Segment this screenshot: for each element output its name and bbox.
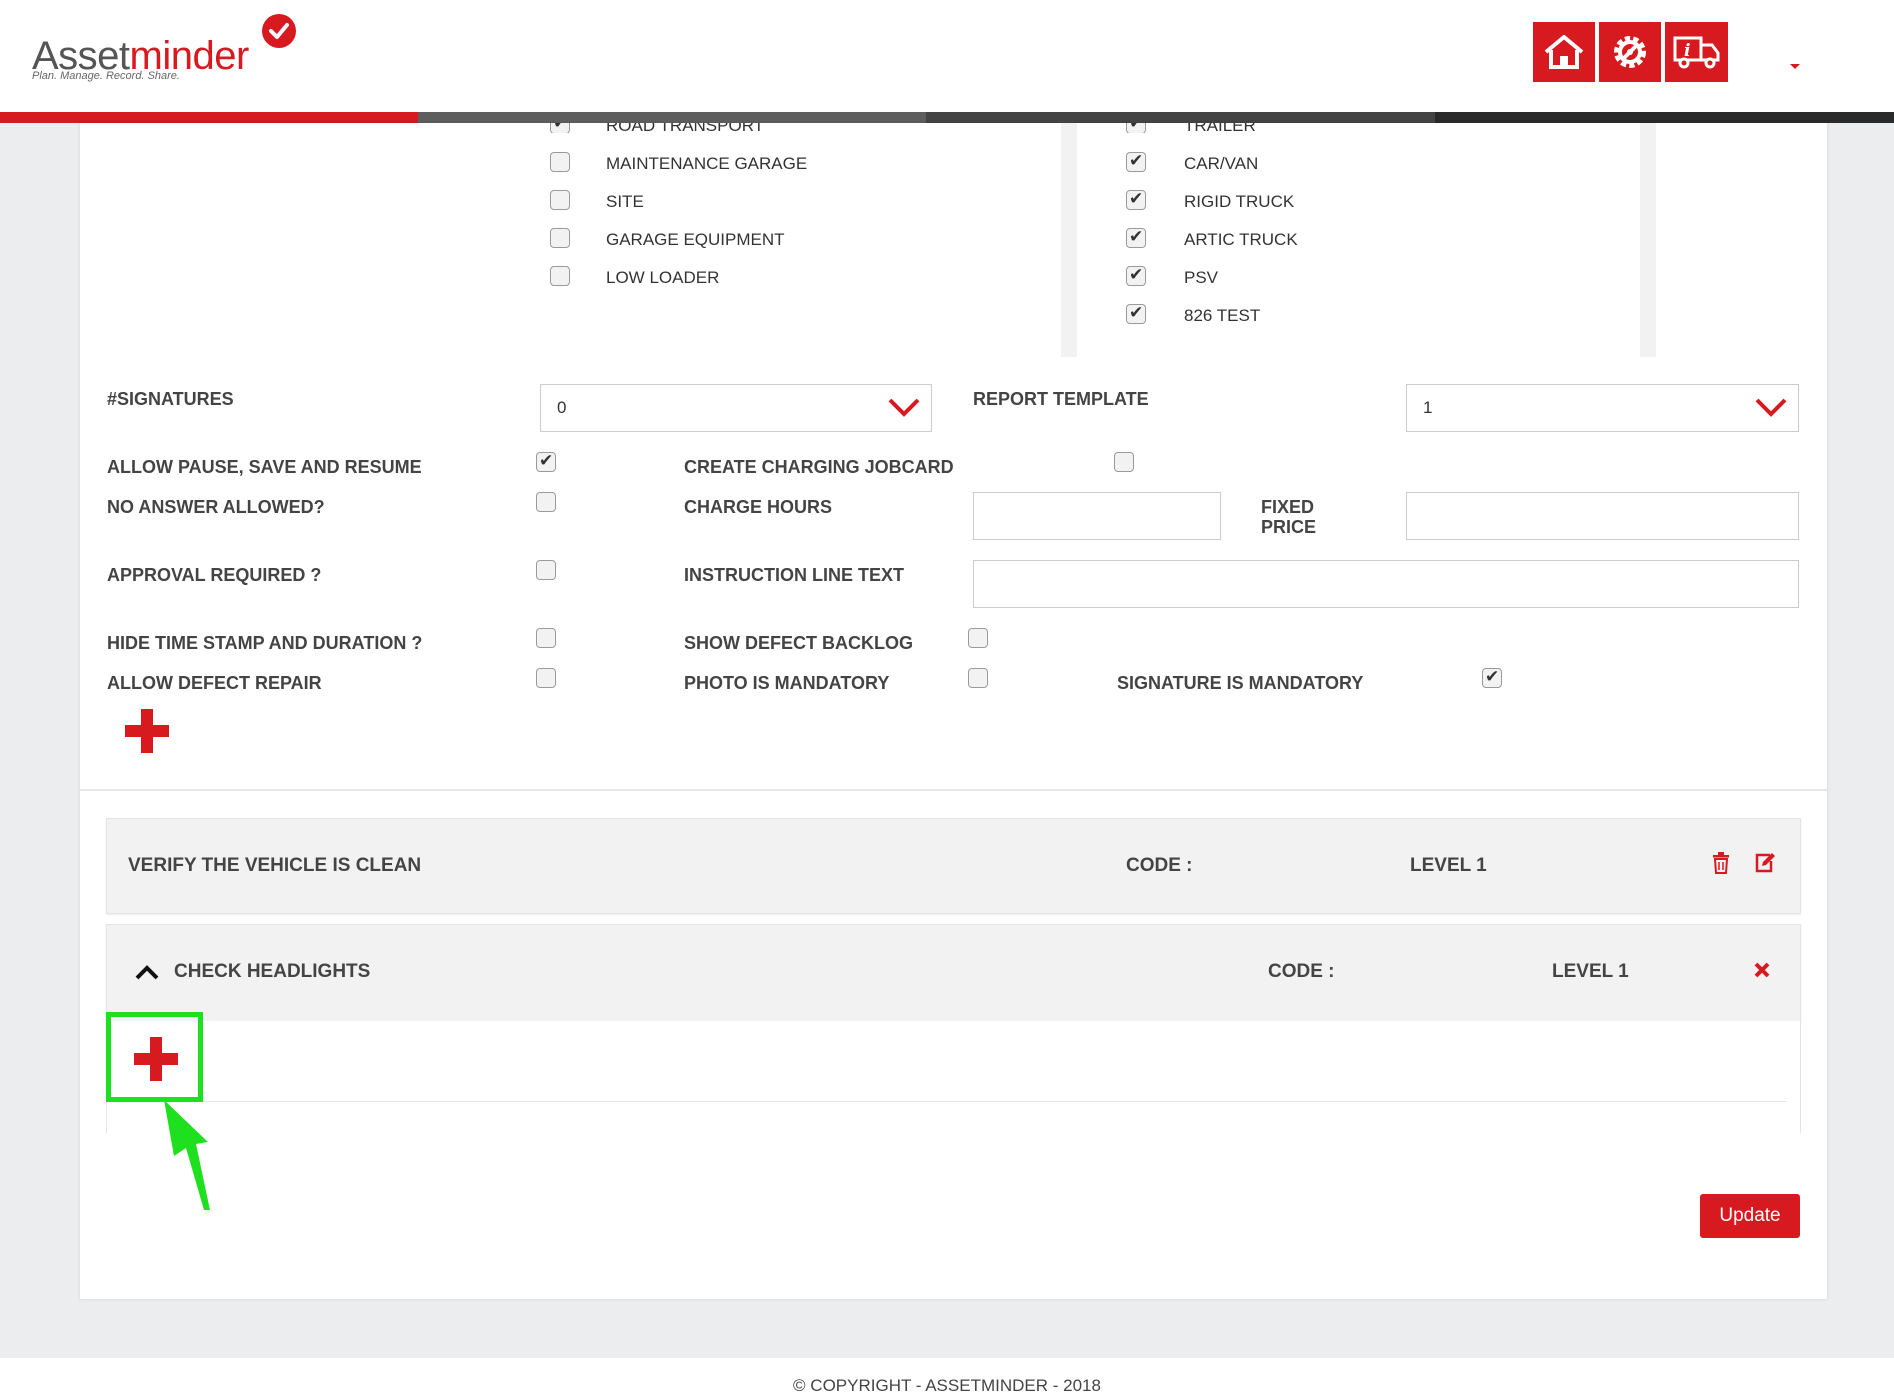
top-header: Assetminder Plan. Manage. Record. Share.… xyxy=(0,0,1894,112)
add-option-plus-icon[interactable] xyxy=(125,709,169,753)
header-stripe-red xyxy=(0,112,418,123)
right-type-label: CAR/VAN xyxy=(1184,154,1259,173)
right-type-checkbox[interactable] xyxy=(1126,151,1146,172)
truck-info-icon[interactable]: i xyxy=(1665,22,1728,82)
logo-check-icon xyxy=(262,14,296,48)
right-type-label: PSV xyxy=(1184,268,1219,287)
fixed-price-input[interactable] xyxy=(1406,492,1799,540)
allow-pause-label: ALLOW PAUSE, SAVE AND RESUME xyxy=(107,457,422,477)
left-type-label: SITE xyxy=(606,192,644,211)
settings-gear-icon[interactable] xyxy=(1599,22,1661,82)
signatures-label: #SIGNATURES xyxy=(107,389,234,409)
check-item-row[interactable]: VERIFY THE VEHICLE IS CLEAN CODE : LEVEL… xyxy=(106,818,1801,914)
create-charging-checkbox[interactable] xyxy=(1114,452,1134,472)
section-divider xyxy=(80,789,1827,791)
photo-mandatory-checkbox[interactable] xyxy=(968,668,988,688)
approval-checkbox[interactable] xyxy=(536,560,556,580)
left-type-label: GARAGE EQUIPMENT xyxy=(606,230,785,249)
approval-label: APPROVAL REQUIRED ? xyxy=(107,565,322,585)
header-stripe-darkgray xyxy=(926,112,1435,123)
page-footer: © COPYRIGHT - ASSETMINDER - 2018 xyxy=(0,1358,1894,1396)
chevron-down-icon xyxy=(1754,395,1788,424)
instruction-line-input[interactable] xyxy=(973,560,1799,608)
highlight-arrow-icon xyxy=(164,1100,210,1210)
signatures-select[interactable]: 0 xyxy=(540,384,932,432)
check-item-title: VERIFY THE VEHICLE IS CLEAN xyxy=(128,855,422,876)
show-defect-backlog-label: SHOW DEFECT BACKLOG xyxy=(684,633,913,653)
no-answer-label: NO ANSWER ALLOWED? xyxy=(107,497,325,517)
allow-defect-repair-label: ALLOW DEFECT REPAIR xyxy=(107,673,322,693)
charge-hours-label: CHARGE HOURS xyxy=(684,497,833,517)
check-item-code-label: CODE : xyxy=(1268,961,1335,982)
types-column-divider-right xyxy=(1640,123,1656,357)
right-type-checkbox[interactable] xyxy=(1126,265,1146,286)
allow-defect-repair-checkbox[interactable] xyxy=(536,668,556,688)
allow-pause-checkbox[interactable] xyxy=(536,451,556,472)
left-type-checkbox[interactable] xyxy=(550,152,570,172)
close-icon[interactable] xyxy=(1753,961,1771,984)
left-type-checkbox[interactable] xyxy=(550,190,570,210)
chevron-down-icon xyxy=(887,395,921,424)
copyright-text: © COPYRIGHT - ASSETMINDER - 2018 xyxy=(793,1376,1101,1395)
check-item-title: CHECK HEADLIGHTS xyxy=(174,961,371,982)
left-type-label: LOW LOADER xyxy=(606,268,720,287)
create-charging-label: CREATE CHARGING JOBCARD xyxy=(684,457,954,477)
update-button[interactable]: Update xyxy=(1700,1194,1800,1238)
edit-icon[interactable] xyxy=(1754,852,1776,879)
report-template-value: 1 xyxy=(1423,398,1433,417)
logo-tagline: Plan. Manage. Record. Share. xyxy=(32,70,180,82)
check-item-expanded-body xyxy=(106,1021,1801,1133)
show-defect-backlog-checkbox[interactable] xyxy=(968,628,988,648)
check-item-code-label: CODE : xyxy=(1126,855,1193,876)
check-item-level: LEVEL 1 xyxy=(1552,961,1629,982)
types-column-divider-left xyxy=(1061,123,1077,357)
charge-hours-input[interactable] xyxy=(973,492,1221,540)
fixed-price-label: FIXED PRICE xyxy=(1261,497,1317,537)
signature-mandatory-label: SIGNATURE IS MANDATORY xyxy=(1117,673,1364,693)
report-template-select[interactable]: 1 xyxy=(1406,384,1799,432)
hide-timestamp-checkbox[interactable] xyxy=(536,628,556,648)
header-stripe-gray xyxy=(418,112,926,123)
header-stripe-black xyxy=(1435,112,1894,123)
right-type-checkbox[interactable] xyxy=(1126,227,1146,248)
photo-mandatory-label: PHOTO IS MANDATORY xyxy=(684,673,890,693)
right-type-label: RIGID TRUCK xyxy=(1184,192,1295,211)
no-answer-checkbox[interactable] xyxy=(536,492,556,512)
instruction-line-label: INSTRUCTION LINE TEXT xyxy=(684,565,904,585)
signatures-value: 0 xyxy=(557,398,567,417)
svg-text:i: i xyxy=(1684,41,1690,61)
right-type-label: TRAILER xyxy=(1184,123,1256,133)
trash-icon[interactable] xyxy=(1712,852,1730,879)
left-type-checkbox[interactable] xyxy=(550,266,570,286)
check-item-level: LEVEL 1 xyxy=(1410,855,1487,876)
report-template-label: REPORT TEMPLATE xyxy=(973,389,1149,409)
right-type-label: 826 TEST xyxy=(1184,306,1261,325)
scroll-clip: TRAILER xyxy=(80,123,1827,133)
right-type-checkbox[interactable] xyxy=(1126,189,1146,210)
assetminder-logo[interactable]: Assetminder Plan. Manage. Record. Share. xyxy=(32,14,312,86)
left-type-label: MAINTENANCE GARAGE xyxy=(606,154,808,173)
hide-timestamp-label: HIDE TIME STAMP AND DURATION ? xyxy=(107,633,423,653)
right-type-checkbox[interactable] xyxy=(1126,123,1146,133)
highlight-box xyxy=(106,1012,203,1102)
user-menu-caret-icon[interactable] xyxy=(1790,64,1800,69)
right-type-label: ARTIC TRUCK xyxy=(1184,230,1298,249)
left-type-checkbox[interactable] xyxy=(550,228,570,248)
signature-mandatory-checkbox[interactable] xyxy=(1482,667,1502,688)
home-icon[interactable] xyxy=(1533,22,1595,82)
right-type-checkbox[interactable] xyxy=(1126,303,1146,324)
check-item-row-expanded[interactable]: CHECK HEADLIGHTS CODE : LEVEL 1 xyxy=(106,924,1801,1022)
chevron-up-icon[interactable] xyxy=(135,964,159,985)
